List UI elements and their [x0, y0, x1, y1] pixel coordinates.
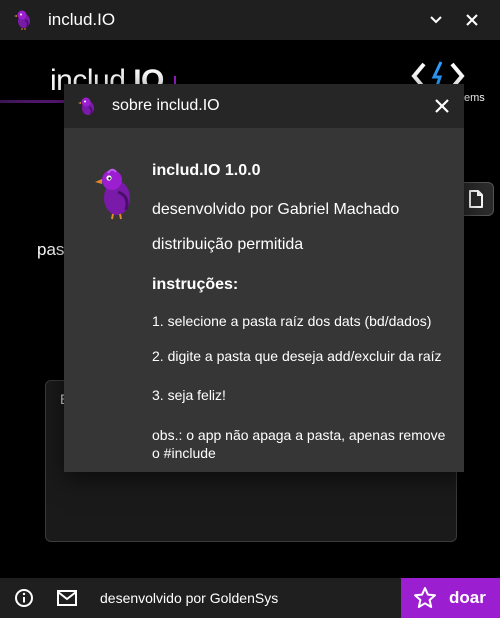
info-icon — [15, 589, 33, 607]
close-window-button[interactable] — [458, 6, 486, 34]
info-button[interactable] — [12, 586, 36, 610]
app-version: includ.IO 1.0.0 — [152, 162, 261, 179]
path-label: pas — [37, 240, 65, 259]
footer-bar: desenvolvido por GoldenSys doar — [0, 578, 500, 618]
close-icon — [466, 14, 478, 26]
footer-developer-text: desenvolvido por GoldenSys — [100, 590, 279, 606]
donate-button[interactable]: doar — [401, 578, 500, 618]
dialog-header: sobre includ.IO — [64, 84, 464, 128]
instructions-heading: instruções: — [152, 276, 239, 293]
dialog-title: sobre includ.IO — [112, 97, 220, 114]
bird-icon — [78, 97, 94, 115]
bird-mascot-icon — [95, 168, 130, 220]
company-logo-text: ems — [464, 92, 485, 104]
mail-button[interactable] — [55, 586, 79, 610]
about-dialog: sobre includ.IO includ.IO 1.0.0 desenvol… — [64, 84, 464, 472]
mail-icon — [57, 590, 77, 606]
dialog-developer: desenvolvido por Gabriel Machado — [152, 201, 400, 218]
instruction-step: 3. seja feliz! — [152, 387, 226, 403]
window-title: includ.IO — [48, 10, 116, 29]
chevron-down-icon — [430, 16, 442, 24]
minimize-button[interactable] — [422, 6, 450, 34]
close-icon — [435, 99, 449, 113]
bird-icon — [14, 10, 30, 30]
donate-label: doar — [449, 588, 486, 607]
dialog-distribution: distribuição permitida — [152, 236, 304, 253]
title-bar: includ.IO — [0, 0, 500, 40]
star-icon — [414, 587, 436, 608]
file-icon — [469, 190, 483, 208]
dialog-close-button[interactable] — [428, 92, 456, 120]
dialog-note: obs.: o app não apaga a pasta, apenas re… — [152, 427, 446, 461]
instruction-step: 2. digite a pasta que deseja add/excluir… — [152, 348, 442, 364]
instruction-step: 1. selecione a pasta raíz dos dats (bd/d… — [152, 313, 432, 329]
